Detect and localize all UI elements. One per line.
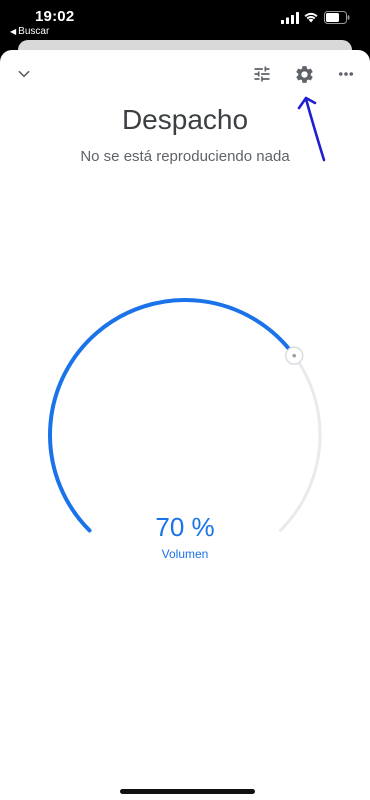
tune-icon xyxy=(254,66,270,82)
back-to-app-link[interactable]: ◀ Buscar xyxy=(10,26,49,37)
volume-label: Volumen xyxy=(161,547,209,561)
status-time: 19:02 xyxy=(35,8,75,25)
playback-status: No se está reproduciendo nada xyxy=(80,148,290,165)
chevron-down-icon xyxy=(18,70,30,78)
wifi-icon xyxy=(304,12,318,23)
battery-icon xyxy=(324,11,350,24)
status-bar: 19:02 ◀ Buscar xyxy=(0,0,370,37)
more-horiz-icon xyxy=(338,72,354,76)
gear-icon xyxy=(295,65,313,83)
volume-knob[interactable] xyxy=(284,346,304,365)
settings-button[interactable] xyxy=(292,62,316,86)
home-indicator xyxy=(120,789,255,794)
equalizer-button[interactable] xyxy=(250,62,274,86)
cellular-signal-icon xyxy=(281,12,299,24)
device-name: Despacho xyxy=(121,104,249,135)
more-options-button[interactable] xyxy=(334,62,358,86)
collapse-button[interactable] xyxy=(12,62,36,86)
volume-percent: 70 % xyxy=(155,512,215,542)
back-to-app-label: Buscar xyxy=(18,26,50,37)
back-triangle-icon: ◀ xyxy=(10,27,17,36)
